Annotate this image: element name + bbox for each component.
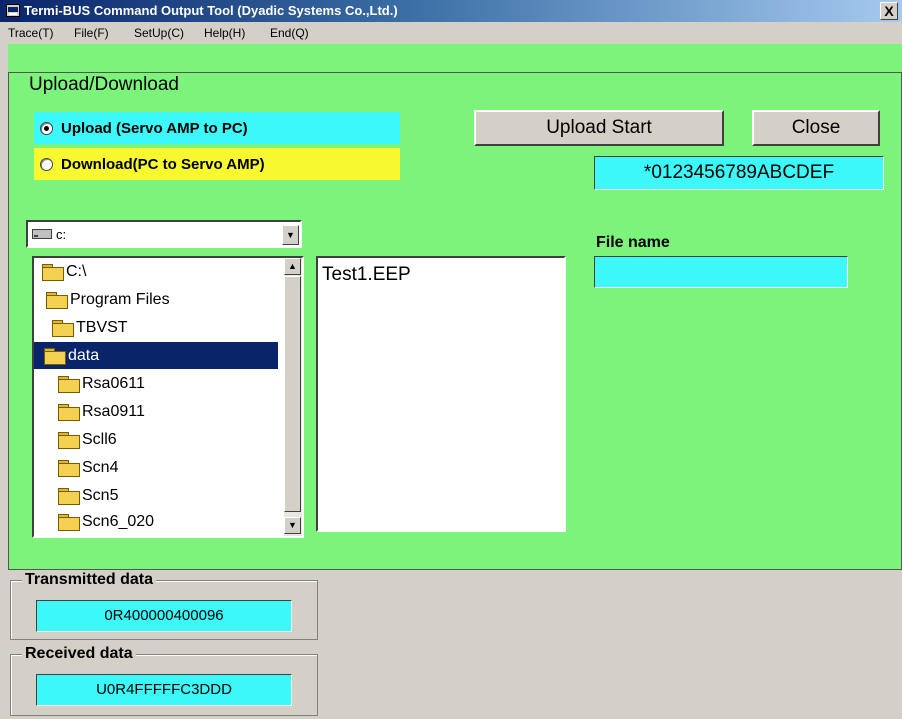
window-close-button[interactable]: X: [880, 2, 898, 20]
file-item[interactable]: Test1.EEP: [322, 264, 411, 286]
window-title: Termi-BUS Command Output Tool (Dyadic Sy…: [24, 3, 398, 18]
file-name-input[interactable]: [594, 256, 848, 288]
folder-open-icon: [52, 319, 74, 337]
folder-item[interactable]: Rsa0611: [58, 370, 145, 397]
folder-open-icon: [46, 291, 68, 309]
scroll-thumb[interactable]: [284, 276, 301, 512]
transmitted-data-label: Transmitted data: [22, 571, 157, 589]
received-data-field: U0R4FFFFFC3DDD: [36, 674, 292, 706]
menu-help[interactable]: Help(H): [204, 26, 245, 40]
folder-closed-icon: [58, 487, 80, 505]
folder-item-root[interactable]: C:\: [42, 258, 86, 285]
folder-open-icon: [44, 347, 66, 365]
scroll-down-icon[interactable]: ▼: [284, 517, 301, 534]
download-radio-label: Download(PC to Servo AMP): [61, 155, 265, 173]
close-icon: X: [884, 3, 894, 19]
drive-icon: [32, 229, 52, 239]
group-title: Upload/Download: [26, 74, 182, 96]
folder-item[interactable]: Scn5: [58, 482, 118, 509]
folder-item-tbvst[interactable]: TBVST: [52, 314, 128, 341]
menu-file[interactable]: File(F): [74, 26, 109, 40]
file-list[interactable]: Test1.EEP: [316, 256, 566, 532]
drive-value: c:: [56, 227, 67, 242]
folder-item-program-files[interactable]: Program Files: [46, 286, 170, 313]
menu-trace[interactable]: Trace(T): [8, 26, 54, 40]
folder-scrollbar[interactable]: ▲ ▼: [284, 258, 302, 536]
folder-closed-icon: [58, 431, 80, 449]
folder-list[interactable]: C:\ Program Files TBVST data Rsa0611 Rsa…: [32, 256, 304, 538]
folder-open-icon: [42, 263, 64, 281]
upload-radio-icon[interactable]: [40, 121, 53, 135]
chevron-down-icon[interactable]: ▼: [282, 225, 299, 245]
drive-combo[interactable]: c: ▼: [26, 220, 302, 248]
menu-end[interactable]: End(Q): [270, 26, 309, 40]
download-radio-icon[interactable]: [40, 157, 53, 171]
app-icon: [6, 4, 20, 17]
menu-setup[interactable]: SetUp(C): [134, 26, 184, 40]
transmitted-data-field: 0R400000400096: [36, 600, 292, 632]
folder-item[interactable]: Rsa0911: [58, 398, 145, 425]
download-radio-option[interactable]: Download(PC to Servo AMP): [34, 148, 400, 180]
folder-item[interactable]: Scll6: [58, 426, 117, 453]
upload-radio-option[interactable]: Upload (Servo AMP to PC): [34, 112, 400, 144]
folder-closed-icon: [58, 513, 80, 531]
file-name-label: File name: [596, 234, 670, 251]
folder-closed-icon: [58, 375, 80, 393]
upload-radio-label: Upload (Servo AMP to PC): [61, 119, 248, 137]
scroll-up-icon[interactable]: ▲: [284, 258, 301, 275]
upload-start-button[interactable]: Upload Start: [474, 110, 724, 146]
folder-item-data[interactable]: data: [34, 342, 278, 369]
folder-closed-icon: [58, 459, 80, 477]
hex-display: *0123456789ABCDEF: [594, 156, 884, 190]
menu-bar: Trace(T) File(F) SetUp(C) Help(H) End(Q): [0, 22, 902, 44]
close-button[interactable]: Close: [752, 110, 880, 146]
received-data-label: Received data: [22, 645, 136, 663]
folder-closed-icon: [58, 403, 80, 421]
folder-item[interactable]: Scn4: [58, 454, 118, 481]
folder-item[interactable]: Scn6_020: [58, 508, 154, 535]
